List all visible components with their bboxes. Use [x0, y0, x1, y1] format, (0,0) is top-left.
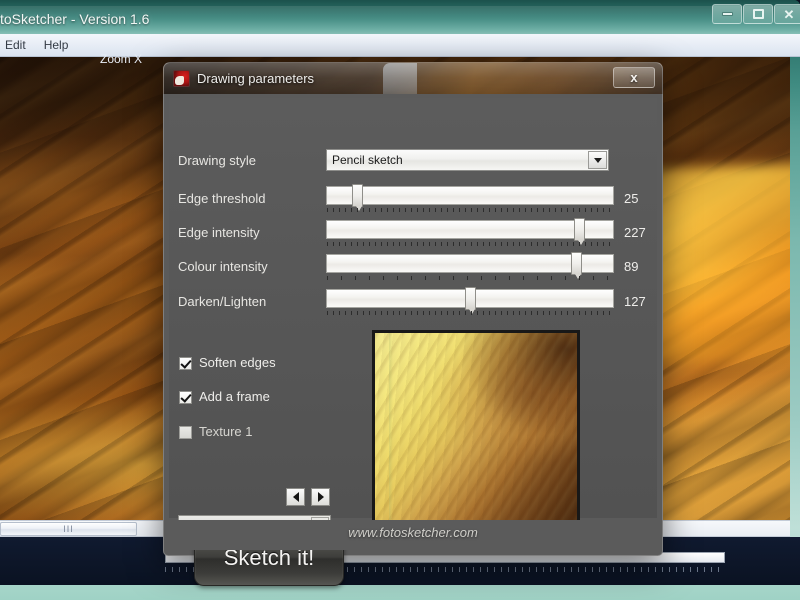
- add-a-frame-checkbox[interactable]: [179, 391, 192, 404]
- texture-next-button[interactable]: [311, 488, 330, 506]
- scrollbar-grip: III: [63, 523, 74, 534]
- texture-previous-button[interactable]: [286, 488, 305, 506]
- window-controls: ✕: [712, 4, 800, 24]
- scrollbar-thumb[interactable]: III: [0, 522, 137, 536]
- edge-threshold-value: 25: [624, 191, 639, 206]
- edge-intensity-value: 227: [624, 225, 646, 240]
- chevron-down-icon: [593, 157, 602, 163]
- drawing-parameters-dialog: Drawing parameters x Drawing style Penci…: [163, 62, 663, 586]
- colour-intensity-slider[interactable]: [326, 252, 615, 280]
- dialog-content-panel: Drawing style Pencil sketch Edge thresho…: [169, 98, 657, 586]
- titlebar-glass-band: [383, 63, 417, 95]
- slider-ticks: [327, 276, 615, 280]
- close-icon: ✕: [783, 6, 795, 22]
- preview-left-band: [389, 333, 393, 535]
- slider-track[interactable]: [326, 220, 614, 239]
- window-title: toSketcher - Version 1.6: [0, 11, 150, 27]
- colour-intensity-label: Colour intensity: [178, 259, 268, 274]
- menu-item-help[interactable]: Help: [35, 36, 78, 54]
- arrow-right-icon: [317, 492, 324, 502]
- dialog-titlebar[interactable]: Drawing parameters x: [163, 62, 663, 95]
- minimize-button[interactable]: [712, 4, 742, 24]
- edge-intensity-label: Edge intensity: [178, 225, 260, 240]
- zoom-label: Zoom X: [100, 52, 143, 66]
- slider-thumb[interactable]: [352, 184, 363, 211]
- drawing-style-value: Pencil sketch: [332, 153, 403, 167]
- drawing-style-select[interactable]: Pencil sketch: [326, 149, 609, 171]
- dialog-body: Drawing style Pencil sketch Edge thresho…: [163, 94, 663, 586]
- dialog-close-button[interactable]: x: [613, 67, 655, 88]
- restore-icon: [752, 9, 764, 19]
- soften-edges-checkbox[interactable]: [179, 357, 192, 370]
- preview-grain-overlay: [375, 333, 577, 535]
- slider-thumb[interactable]: [465, 287, 476, 314]
- texture-label: Texture 1: [199, 424, 253, 439]
- slider-thumb[interactable]: [574, 218, 585, 245]
- minimize-icon: [721, 12, 733, 16]
- slider-ticks: [327, 242, 615, 246]
- arrow-left-icon: [292, 492, 299, 502]
- soften-edges-label: Soften edges: [199, 355, 276, 370]
- darken-lighten-label: Darken/Lighten: [178, 294, 267, 309]
- darken-lighten-value: 127: [624, 294, 646, 309]
- website-url: www.fotosketcher.com: [348, 525, 478, 540]
- slider-thumb[interactable]: [571, 252, 582, 279]
- application-screen: toSketcher - Version 1.6 ✕ Edit Help III…: [0, 0, 800, 600]
- dialog-footer: www.fotosketcher.com: [169, 520, 657, 550]
- drawing-style-label: Drawing style: [178, 153, 257, 168]
- dialog-title: Drawing parameters: [197, 71, 315, 86]
- add-a-frame-label: Add a frame: [199, 389, 270, 404]
- darken-lighten-slider[interactable]: [326, 287, 615, 315]
- preview-thumbnail[interactable]: [372, 330, 580, 538]
- colour-intensity-value: 89: [624, 259, 639, 274]
- menu-item-edit[interactable]: Edit: [0, 36, 35, 54]
- close-button[interactable]: ✕: [774, 4, 800, 24]
- edge-threshold-label: Edge threshold: [178, 191, 266, 206]
- edge-threshold-slider[interactable]: [326, 184, 615, 212]
- restore-button[interactable]: [743, 4, 773, 24]
- slider-ticks: [327, 208, 615, 212]
- texture-checkbox[interactable]: [179, 426, 192, 439]
- edge-intensity-slider[interactable]: [326, 218, 615, 246]
- drawing-style-dropdown-button[interactable]: [588, 151, 607, 169]
- window-titlebar[interactable]: toSketcher - Version 1.6 ✕: [0, 0, 800, 34]
- slider-ticks: [327, 311, 615, 315]
- slider-track[interactable]: [326, 186, 614, 205]
- app-icon: [173, 70, 190, 87]
